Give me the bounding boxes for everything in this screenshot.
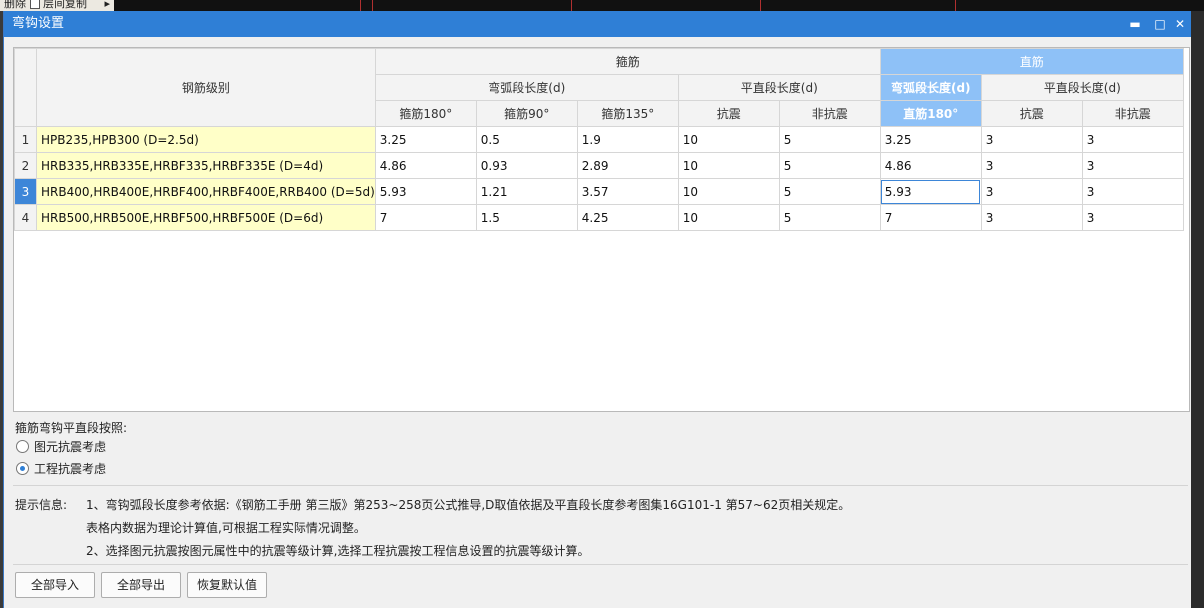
level-cell: HRB500,HRB500E,HRBF500,HRBF500E (D=6d) <box>36 204 376 231</box>
col-header: 抗震 <box>677 100 780 127</box>
restore-default-button[interactable]: 恢复默认值 <box>187 572 267 598</box>
table-row: 2 HRB335,HRB335E,HRBF335,HRBF335E (D=4d)… <box>14 152 1184 179</box>
hook-settings-grid: 钢筋级别 箍筋 直筋 弯弧段长度(d) 平直段长度(d) 弯弧段长度(d) 平直… <box>13 47 1190 412</box>
background-line <box>955 0 956 11</box>
level-cell: HRB400,HRB400E,HRBF400,HRBF400E,RRB400 (… <box>36 178 376 205</box>
close-icon[interactable]: ✕ <box>1168 11 1192 37</box>
value-cell[interactable]: 3 <box>1081 152 1184 179</box>
value-cell[interactable]: 10 <box>677 126 780 153</box>
import-all-button[interactable]: 全部导入 <box>15 572 95 598</box>
background-line <box>360 0 361 11</box>
value-cell[interactable]: 3 <box>980 204 1083 231</box>
col-header: 直筋180° <box>879 100 982 127</box>
radio-checked-icon[interactable] <box>16 462 29 475</box>
value-cell[interactable]: 0.93 <box>475 152 578 179</box>
value-cell[interactable]: 4.86 <box>374 152 477 179</box>
row-number[interactable]: 4 <box>14 204 37 231</box>
value-cell[interactable]: 7 <box>374 204 477 231</box>
stirrup-arc-header: 弯弧段长度(d) <box>374 74 679 101</box>
value-cell[interactable]: 10 <box>677 152 780 179</box>
row-number[interactable]: 3 <box>14 178 37 205</box>
value-cell[interactable]: 5 <box>778 126 881 153</box>
value-cell[interactable]: 3 <box>1081 178 1184 205</box>
hook-table: 钢筋级别 箍筋 直筋 弯弧段长度(d) 平直段长度(d) 弯弧段长度(d) 平直… <box>14 48 1184 231</box>
value-cell[interactable]: 4.86 <box>879 152 982 179</box>
export-all-button[interactable]: 全部导出 <box>101 572 181 598</box>
col-header: 抗震 <box>980 100 1083 127</box>
value-cell[interactable]: 3.25 <box>374 126 477 153</box>
value-cell[interactable]: 3 <box>980 152 1083 179</box>
value-cell-focused[interactable]: 5.93 <box>879 178 982 205</box>
radio-element-seismic[interactable]: 图元抗震考虑 <box>16 438 106 456</box>
value-cell[interactable]: 3 <box>1081 126 1184 153</box>
radio-project-seismic[interactable]: 工程抗震考虑 <box>16 460 106 478</box>
dialog-title: 弯钩设置 <box>12 16 65 31</box>
minimize-icon[interactable]: ▬ <box>1123 11 1147 37</box>
radio-label[interactable]: 图元抗震考虑 <box>34 440 106 454</box>
value-cell[interactable]: 2.89 <box>576 152 679 179</box>
level-header: 钢筋级别 <box>36 48 376 127</box>
value-cell[interactable]: 5 <box>778 204 881 231</box>
col-header: 箍筋180° <box>374 100 477 127</box>
value-cell[interactable]: 3 <box>980 178 1083 205</box>
straight-arc-header: 弯弧段长度(d) <box>879 74 982 101</box>
radio-label[interactable]: 工程抗震考虑 <box>34 462 106 476</box>
corner-header <box>14 48 37 127</box>
value-cell[interactable]: 5 <box>778 178 881 205</box>
background-right-edge <box>1190 11 1204 608</box>
stirrup-flat-header: 平直段长度(d) <box>677 74 881 101</box>
background-toolbar: 删除 层间复制 ▸ <box>0 0 1204 11</box>
divider <box>13 485 1188 486</box>
row-number[interactable]: 2 <box>14 152 37 179</box>
level-cell: HPB235,HPB300 (D=2.5d) <box>36 126 376 153</box>
delete-label[interactable]: 删除 <box>4 0 26 10</box>
value-cell[interactable]: 7 <box>879 204 982 231</box>
value-cell[interactable]: 3.57 <box>576 178 679 205</box>
col-header: 非抗震 <box>778 100 881 127</box>
value-cell[interactable]: 0.5 <box>475 126 578 153</box>
hint-line: 1、弯钩弧段长度参考依据:《钢筋工手册 第三版》第253~258页公式推导,D取… <box>86 498 851 512</box>
hook-settings-dialog: 弯钩设置 ▬ □ ✕ 钢筋级别 箍筋 直筋 弯弧段长度(d) 平直段长度(d) … <box>3 11 1191 608</box>
background-line <box>372 0 373 11</box>
value-cell[interactable]: 3 <box>1081 204 1184 231</box>
col-header: 箍筋135° <box>576 100 679 127</box>
background-line <box>571 0 572 11</box>
background-toolbar-fragment: 删除 层间复制 ▸ <box>0 0 115 11</box>
value-cell[interactable]: 3.25 <box>879 126 982 153</box>
hint-line: 2、选择图元抗震按图元属性中的抗震等级计算,选择工程抗震按工程信息设置的抗震等级… <box>86 544 590 558</box>
col-header: 非抗震 <box>1081 100 1184 127</box>
level-cell: HRB335,HRB335E,HRBF335,HRBF335E (D=4d) <box>36 152 376 179</box>
value-cell[interactable]: 1.5 <box>475 204 578 231</box>
straight-bar-header: 直筋 <box>879 48 1184 75</box>
value-cell[interactable]: 3 <box>980 126 1083 153</box>
value-cell[interactable]: 1.21 <box>475 178 578 205</box>
value-cell[interactable]: 10 <box>677 204 780 231</box>
straight-flat-header: 平直段长度(d) <box>980 74 1184 101</box>
stirrup-flat-option-label: 箍筋弯钩平直段按照: <box>15 421 128 435</box>
hint-line: 表格内数据为理论计算值,可根据工程实际情况调整。 <box>86 521 366 535</box>
stirrup-header: 箍筋 <box>374 48 881 75</box>
dialog-titlebar[interactable]: 弯钩设置 ▬ □ ✕ <box>4 11 1191 37</box>
row-number[interactable]: 1 <box>14 126 37 153</box>
table-row-selected: 3 HRB400,HRB400E,HRBF400,HRBF400E,RRB400… <box>14 178 1184 205</box>
value-cell[interactable]: 4.25 <box>576 204 679 231</box>
table-row: 4 HRB500,HRB500E,HRBF500,HRBF500E (D=6d)… <box>14 204 1184 231</box>
radio-unchecked-icon[interactable] <box>16 440 29 453</box>
hint-label: 提示信息: <box>15 498 68 512</box>
divider <box>13 564 1188 565</box>
floor-copy-label[interactable]: 层间复制 <box>43 0 87 10</box>
value-cell[interactable]: 1.9 <box>576 126 679 153</box>
value-cell[interactable]: 10 <box>677 178 780 205</box>
checkbox-icon <box>30 0 40 9</box>
expand-arrow-icon[interactable]: ▸ <box>105 0 111 10</box>
table-row: 1 HPB235,HPB300 (D=2.5d) 3.25 0.5 1.9 10… <box>14 126 1184 153</box>
background-line <box>760 0 761 11</box>
value-cell[interactable]: 5 <box>778 152 881 179</box>
col-header: 箍筋90° <box>475 100 578 127</box>
value-cell[interactable]: 5.93 <box>374 178 477 205</box>
